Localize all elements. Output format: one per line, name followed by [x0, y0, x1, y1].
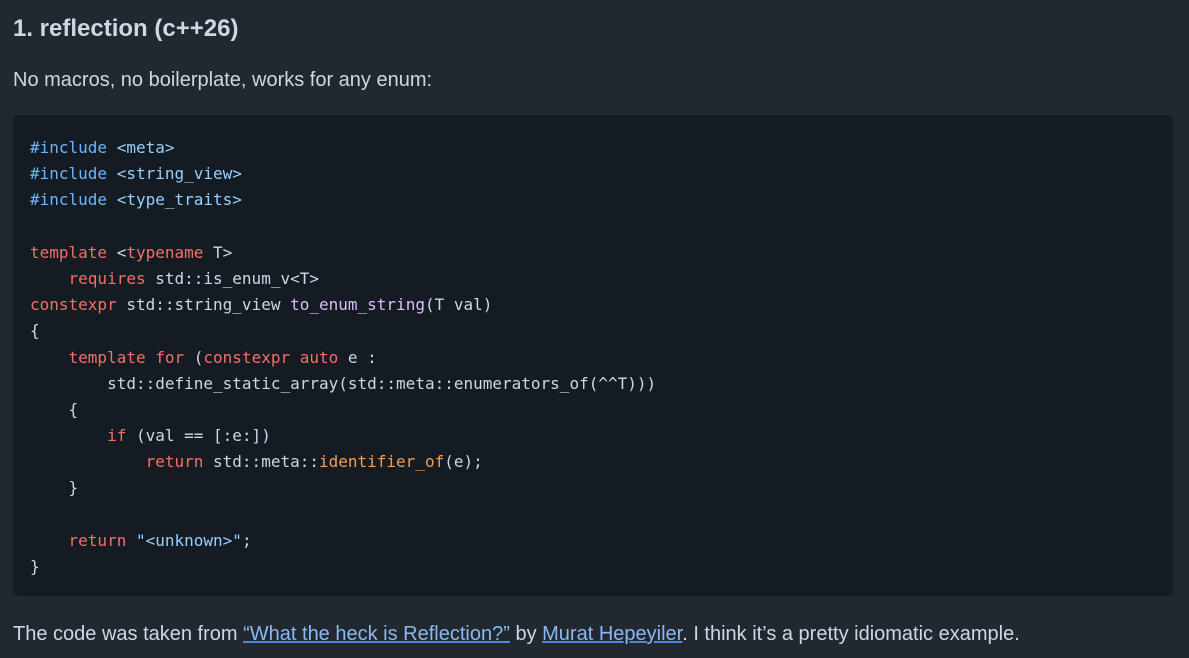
- code-line: constexpr std::string_view to_enum_strin…: [30, 292, 1156, 318]
- code-token-plain: std::meta::: [203, 452, 319, 472]
- code-token-id: identifier_of: [318, 452, 445, 472]
- article-link[interactable]: “What the heck is Reflection?”: [243, 623, 510, 645]
- code-line: if (val == [:e:]): [30, 423, 1156, 449]
- author-link[interactable]: Murat Hepeyiler: [542, 623, 682, 645]
- code-token-plain: std::define_static_array(std::meta::enum…: [30, 373, 657, 393]
- code-line: std::define_static_array(std::meta::enum…: [30, 371, 1156, 397]
- code-token-kw: return: [68, 530, 127, 550]
- code-token-str: "<unknown>": [135, 530, 242, 550]
- intro-paragraph: No macros, no boilerplate, works for any…: [13, 69, 433, 91]
- code-line: requires std::is_enum_v<T>: [30, 266, 1156, 292]
- code-block[interactable]: #include <meta> #include <string_view> #in…: [13, 115, 1173, 596]
- code-token-kw: template: [30, 242, 108, 262]
- code-line: return "<unknown>";: [30, 528, 1156, 554]
- code-token-kw: return: [145, 452, 204, 472]
- code-token-str: <type_traits>: [116, 190, 242, 210]
- code-token-plain: e :: [338, 347, 377, 367]
- code-listing[interactable]: #include <meta> #include <string_view> #in…: [30, 135, 1156, 580]
- code-token-kw: requires: [68, 268, 146, 288]
- code-token-pp: #include: [30, 190, 108, 210]
- code-token-plain: {: [30, 321, 40, 341]
- code-token-kw: typename: [126, 242, 204, 262]
- code-token-kw: template: [68, 347, 146, 367]
- attribution-paragraph: The code was taken from “What the heck i…: [13, 620, 1020, 648]
- code-token-plain: }: [30, 557, 40, 576]
- code-token-plain: (T val): [424, 295, 493, 315]
- code-line: return std::meta::identifier_of(e);: [30, 449, 1156, 475]
- code-token-plain: (: [184, 347, 204, 367]
- code-token-plain: (val == [:e:]): [126, 426, 271, 446]
- section-heading: 1. reflection (c++26): [13, 15, 239, 42]
- code-token-kw: if: [107, 426, 127, 446]
- code-token-plain: T>: [203, 242, 233, 262]
- code-line: #include <string_view>: [30, 161, 1156, 187]
- code-token-kw: for: [155, 347, 185, 367]
- code-line: {: [30, 318, 1156, 344]
- code-line: }: [30, 475, 1156, 501]
- code-token-plain: std::is_enum_v<T>: [145, 268, 319, 288]
- attribution-prefix: The code was taken from: [13, 623, 244, 645]
- code-line: #include <meta>: [30, 135, 1156, 161]
- code-line: }: [30, 554, 1156, 580]
- code-token-kw: constexpr: [203, 347, 291, 367]
- code-line: template <typename T>: [30, 240, 1156, 266]
- code-token-pp: #include: [30, 164, 108, 184]
- attribution-middle: by: [509, 623, 543, 645]
- attribution-suffix: . I think it’s a pretty idiomatic exampl…: [682, 623, 1020, 645]
- code-token-plain: }: [30, 478, 79, 498]
- code-token-kw: constexpr: [30, 295, 117, 315]
- code-token-str: <meta>: [116, 138, 175, 157]
- code-line: {: [30, 397, 1156, 423]
- code-token-plain: std::string_view: [116, 295, 291, 315]
- code-token-plain: <: [107, 242, 127, 262]
- code-token-str: <string_view>: [116, 164, 242, 184]
- code-token-pp: #include: [30, 138, 108, 157]
- code-token-kw: auto: [299, 347, 339, 367]
- code-token-plain: (e);: [444, 452, 483, 472]
- code-token-plain: ;: [241, 530, 252, 550]
- code-line: #include <type_traits>: [30, 187, 1156, 213]
- code-token-fn: to_enum_string: [290, 295, 425, 315]
- code-token-plain: {: [30, 399, 79, 419]
- code-line: template for (constexpr auto e :: [30, 345, 1156, 371]
